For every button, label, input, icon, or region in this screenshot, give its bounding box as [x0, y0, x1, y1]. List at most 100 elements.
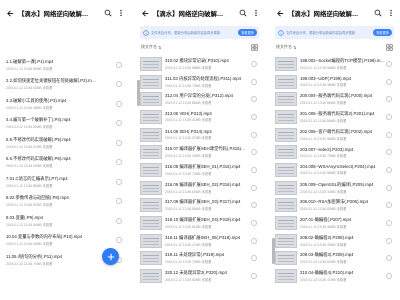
list-item[interactable]: 199.003--UDP(.P199).mp4 2019-01-12 13:36 …: [272, 73, 397, 91]
list-item[interactable]: 4.4.编写第一个破解补丁(.P4).mp4 2019-01-12 13:36 5…: [2, 114, 127, 134]
select-radio[interactable]: [386, 237, 392, 244]
select-radio[interactable]: [251, 220, 257, 227]
arrow-left-icon: [141, 9, 148, 17]
list-item[interactable]: 5.5.不修改代码实现破解(.P5).mp4 2019-01-12 13:36 4…: [2, 133, 127, 153]
list-item[interactable]: 10.04.变量与参数的内存布局(.P10).mp4 2019-01-12 13:…: [2, 231, 127, 251]
sort-bar: 按文件名 ⇅: [272, 41, 397, 53]
select-radio[interactable]: [251, 166, 257, 173]
list-item[interactable]: 206.010--RSA加密算法(.P206).mp4 2019-01-12 13…: [272, 197, 397, 215]
back-button[interactable]: [272, 0, 288, 26]
list-item[interactable]: 317.09 编译器扩展SEH_03(.P317).mp4 2019-01-12 …: [137, 197, 262, 215]
sort-label[interactable]: 按文件名: [141, 44, 157, 50]
list-item[interactable]: 318.10 编译器扩展SEH_04(.P318).mp4 2019-01-12 …: [137, 214, 262, 232]
select-radio[interactable]: [116, 100, 122, 107]
select-radio[interactable]: [251, 149, 257, 156]
select-radio[interactable]: [116, 198, 122, 205]
select-radio[interactable]: [386, 131, 392, 138]
list-item[interactable]: 198.002--Socket编程的TCP模型(.P198).m… 2019-01…: [272, 55, 397, 73]
file-meta: 2019-01-12 13:36 64MB 未观看: [165, 189, 212, 194]
select-radio[interactable]: [251, 96, 257, 103]
view-more-button[interactable]: 查看更多: [373, 29, 392, 36]
scrollbar-thumb[interactable]: [137, 80, 140, 106]
back-button[interactable]: [137, 0, 153, 26]
list-item[interactable]: 320.12 未处理异常2(.P320).mp4 2019-01-12 13:36…: [137, 267, 262, 285]
list-item[interactable]: 204.008--WSAAsyncSelect(.P204).mp4 2019-0…: [272, 161, 397, 179]
grid-view-button[interactable]: [386, 38, 393, 56]
list-item[interactable]: 203.007--select(.P203).mp4 2019-01-12 13:…: [272, 143, 397, 161]
select-radio[interactable]: [251, 60, 257, 67]
list-item[interactable]: 311.03 内核异常的处理流程(.P311).mp4 2019-01-12 13…: [137, 73, 262, 91]
list-item[interactable]: 208.02-确编程2(.P208).mp4 2019-01-12 13:36 4…: [272, 232, 397, 250]
list-item[interactable]: 316.08 编译器扩展SEH_01(.P316).mp4 2019-01-12 …: [137, 161, 262, 179]
file-meta: 2019-01-12 13:36 47MB 未观看: [6, 144, 53, 149]
search-button[interactable]: [101, 0, 114, 26]
sort-arrow-icon[interactable]: ⇅: [293, 45, 296, 50]
select-radio[interactable]: [251, 202, 257, 209]
video-thumbnail: [275, 92, 297, 107]
list-item[interactable]: 201.005--服务端代码实现2(.P201).mp4 2019-01-12 1…: [272, 108, 397, 126]
select-radio[interactable]: [116, 120, 122, 127]
select-radio[interactable]: [251, 184, 257, 191]
search-button[interactable]: [371, 0, 384, 26]
list-item[interactable]: 2.2.如何快速定位关键按钮在何处破解(.P2).m… 2019-01-12 13…: [2, 75, 127, 95]
list-item[interactable]: 200.004--服务端代码实现(.P200).mp4 2019-01-12 13…: [272, 90, 397, 108]
select-radio[interactable]: [116, 61, 122, 68]
list-item[interactable]: 6.6.不修改代码实现破解(.P6).mp4 2019-01-12 13:36 4…: [2, 153, 127, 173]
select-radio[interactable]: [386, 255, 392, 262]
list-item[interactable]: 9.03.变量(.P9).mp4 2019-01-12 13:36 64MB 未观…: [2, 211, 127, 231]
search-button[interactable]: [236, 0, 249, 26]
list-item[interactable]: 318.11 编译器扩展SEH_05(.P318).mp4 2019-01-12 …: [137, 232, 262, 250]
list-item[interactable]: 202.006--客户端代码实现(.P202).mp4 2019-01-12 13…: [272, 126, 397, 144]
select-radio[interactable]: [251, 255, 257, 262]
more-button[interactable]: [249, 0, 262, 26]
list-item[interactable]: 205.009--OpenSSL的编译(.P205).mp4 2019-01-12…: [272, 179, 397, 197]
list-item[interactable]: 3.3.破解小工具的使用(.P3).mp4 2019-01-12 13:36 38…: [2, 94, 127, 114]
select-radio[interactable]: [251, 113, 257, 120]
select-radio[interactable]: [386, 273, 392, 280]
select-radio[interactable]: [386, 166, 392, 173]
file-name: 2.2.如何快速定位关键按钮在何处破解(.P2).m…: [6, 78, 97, 84]
select-radio[interactable]: [386, 202, 392, 209]
select-radio[interactable]: [251, 237, 257, 244]
select-radio[interactable]: [386, 78, 392, 85]
list-item[interactable]: 316.09 编译器扩展SEH_02(.P316).mp4 2019-01-12 …: [137, 179, 262, 197]
select-radio[interactable]: [116, 237, 122, 244]
select-radio[interactable]: [386, 149, 392, 156]
select-radio[interactable]: [386, 113, 392, 120]
list-item[interactable]: 319.11 未处理异常(.P319).mp4 2019-01-12 13:36 …: [137, 250, 262, 268]
select-radio[interactable]: [386, 220, 392, 227]
list-item[interactable]: 314.06 SEH(.P314).mp4 2019-01-12 13:36 37…: [137, 126, 262, 144]
list-item[interactable]: 210.04-确编程4(.P210).mp4 2019-01-12 13:36 4…: [272, 267, 397, 285]
select-radio[interactable]: [116, 159, 122, 166]
select-radio[interactable]: [251, 273, 257, 280]
video-thumbnail: [140, 162, 162, 177]
more-button[interactable]: [114, 0, 127, 26]
file-meta: 2019-01-12 13:36 47MB 未观看: [300, 278, 347, 283]
list-item[interactable]: 8.02.参数传递与返回值(.P8).mp4 2019-01-12 13:36 9…: [2, 192, 127, 212]
list-item[interactable]: 310.02 模块异常记录(.P310).mp4 2019-01-12 13:36…: [137, 55, 262, 73]
sort-label[interactable]: 按文件名: [276, 44, 292, 50]
select-radio[interactable]: [386, 184, 392, 191]
add-button[interactable]: [102, 248, 119, 265]
select-radio[interactable]: [116, 217, 122, 224]
list-item[interactable]: 7.01.C语言的汇编表示(.P7).mp4 2019-01-12 13:36 8…: [2, 172, 127, 192]
select-radio[interactable]: [386, 96, 392, 103]
list-item[interactable]: 313.05 VEH(.P313).mp4 2019-01-12 13:36 41…: [137, 108, 262, 126]
list-item[interactable]: 207.01-确编程(.P207).mp4 2019-01-12 13:36 46…: [272, 214, 397, 232]
list-item[interactable]: 1.1.破解第一课(.P1).mp4 2019-01-12 13:36 59MB …: [2, 55, 127, 75]
list-item[interactable]: 209.03-确编程3(.P209).mp4 2019-01-12 13:36 5…: [272, 250, 397, 268]
back-button[interactable]: [2, 0, 18, 26]
select-radio[interactable]: [251, 131, 257, 138]
list-item[interactable]: 315.07 编译器扩展SEH课堂代码(.P315)… 2019-01-12 13…: [137, 143, 262, 161]
select-radio[interactable]: [116, 139, 122, 146]
list-item[interactable]: 312.04 用户异常的分发(.P312).mp4 2019-01-12 13:3…: [137, 90, 262, 108]
more-button[interactable]: [384, 0, 397, 26]
select-radio[interactable]: [116, 81, 122, 88]
scrollbar-thumb[interactable]: [272, 238, 275, 264]
sort-arrow-icon[interactable]: ⇅: [158, 45, 161, 50]
view-more-button[interactable]: 查看更多: [238, 29, 257, 36]
select-radio[interactable]: [116, 178, 122, 185]
select-radio[interactable]: [386, 60, 392, 67]
select-radio[interactable]: [251, 78, 257, 85]
grid-view-button[interactable]: [251, 38, 258, 56]
